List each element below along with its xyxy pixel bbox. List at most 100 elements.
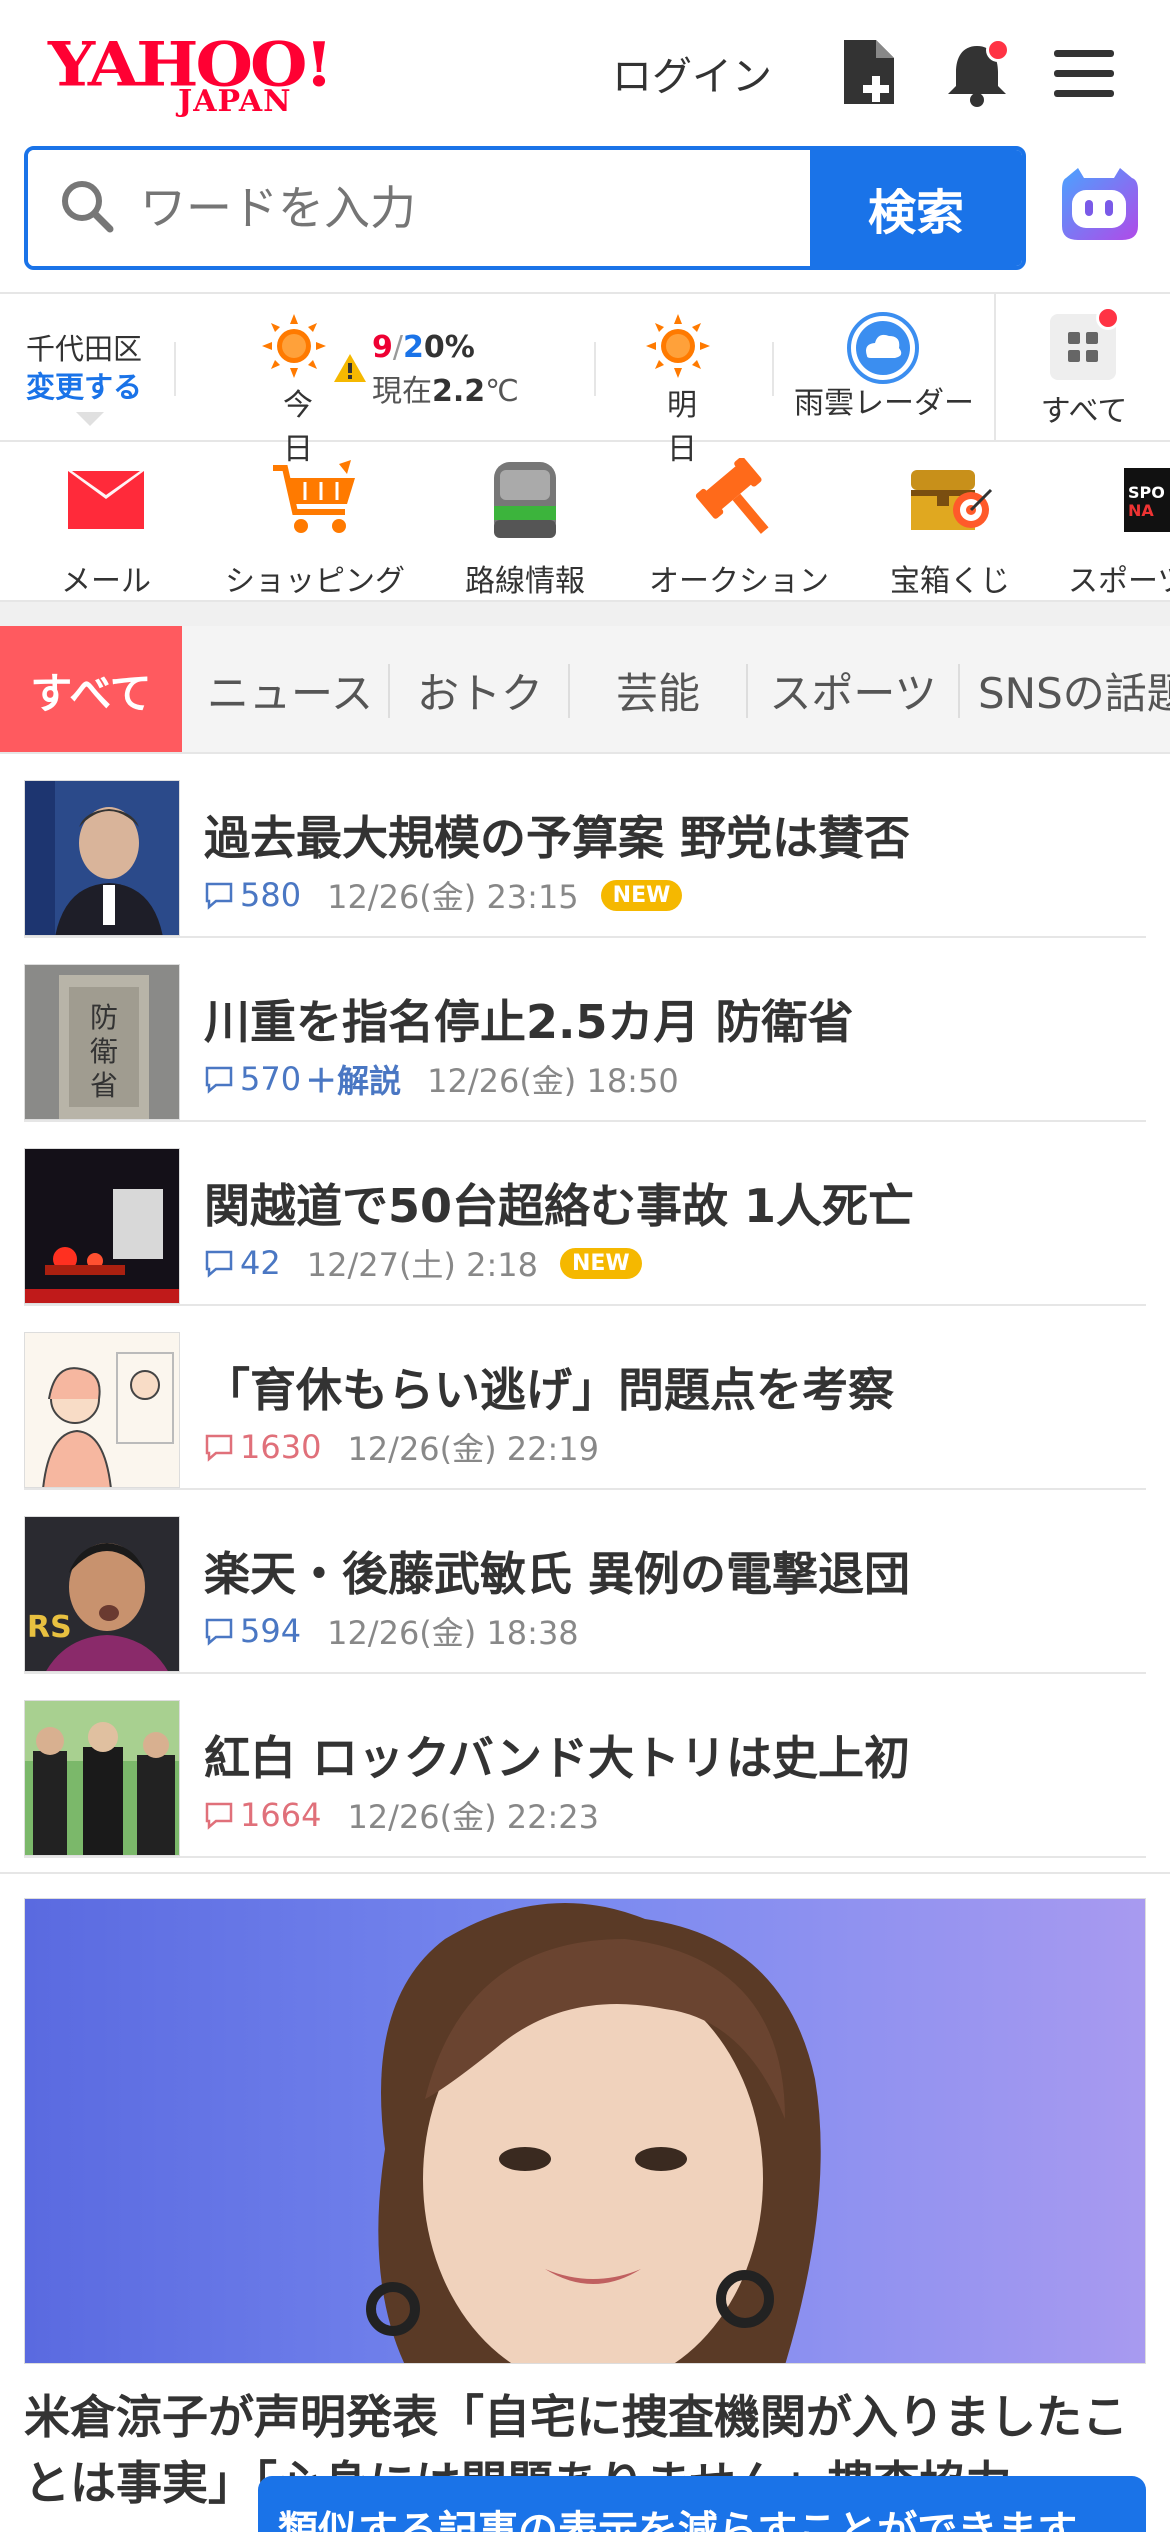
news-item[interactable]: 紅白 ロックバンド大トリは史上初 1664 12/26(金) 22:23 bbox=[24, 1676, 1146, 1858]
tab-all[interactable]: すべて bbox=[0, 626, 182, 752]
search-button[interactable]: 検索 bbox=[810, 150, 1022, 266]
search-bar: 検索 bbox=[24, 146, 1026, 270]
tab-deals[interactable]: おトク bbox=[392, 626, 568, 752]
service-sports[interactable]: SPONA スポーツ bbox=[1068, 458, 1170, 600]
news-item[interactable]: RS 楽天・後藤武敏氏 異例の電撃退団 594 12/26(金) 18:38 bbox=[24, 1492, 1146, 1674]
divider bbox=[772, 342, 774, 396]
rain-radar-button[interactable]: 雨雲レーダー bbox=[794, 310, 974, 421]
service-shortcuts: メール ショッピング 路線情報 オークション 宝箱くじ SPONA スポーツ bbox=[0, 444, 1170, 602]
radar-label: 雨雲レーダー bbox=[794, 386, 974, 421]
service-shopping[interactable]: ショッピング bbox=[222, 458, 408, 600]
service-treasure[interactable]: 宝箱くじ bbox=[880, 458, 1020, 600]
search-input[interactable] bbox=[140, 181, 740, 235]
svg-text:省: 省 bbox=[90, 1069, 118, 1102]
news-time: 12/26(金) 18:50 bbox=[427, 1062, 679, 1100]
comment-count: 42 bbox=[204, 1244, 281, 1282]
news-headline: 紅白 ロックバンド大トリは史上初 bbox=[204, 1731, 911, 1785]
change-location-link[interactable]: 変更する bbox=[26, 368, 142, 406]
news-headline: 楽天・後藤武敏氏 異例の電撃退団 bbox=[204, 1547, 911, 1601]
yahoo-japan-logo[interactable]: YAHOO! JAPAN bbox=[48, 32, 368, 119]
high-temp: 9 bbox=[372, 330, 393, 365]
news-time: 12/26(金) 22:23 bbox=[347, 1798, 600, 1836]
tomorrow-weather[interactable]: 明日 bbox=[646, 314, 710, 467]
service-label: 宝箱くじ bbox=[890, 564, 1010, 599]
notification-bell-icon[interactable] bbox=[942, 36, 1012, 110]
news-headline: 「育休もらい逃げ」問題点を考察 bbox=[204, 1363, 894, 1417]
tab-sns[interactable]: SNSの話題 bbox=[960, 626, 1170, 752]
train-icon bbox=[460, 458, 590, 542]
temperature-range: 9/20% bbox=[372, 330, 475, 365]
weather-bar: 千代田区 変更する 今日 9/20% 現在2.2℃ 明日 雨雲レーダー すべて bbox=[0, 292, 1170, 467]
commentary-label: ＋解説 bbox=[305, 1062, 402, 1100]
tab-sports[interactable]: スポーツ bbox=[748, 626, 958, 752]
comment-number: 42 bbox=[240, 1244, 281, 1282]
login-link[interactable]: ログイン bbox=[612, 44, 772, 102]
all-services-button[interactable] bbox=[1050, 306, 1120, 380]
new-badge: NEW bbox=[559, 1247, 642, 1279]
warning-icon bbox=[332, 352, 368, 388]
comment-number: 580 bbox=[240, 876, 302, 914]
comment-icon bbox=[205, 1618, 233, 1646]
news-meta: 570 ＋解説 12/26(金) 18:50 bbox=[204, 1056, 679, 1102]
news-item[interactable]: 過去最大規模の予算案 野党は賛否 580 12/26(金) 23:15 NEW bbox=[24, 756, 1146, 938]
search-icon bbox=[58, 177, 116, 239]
news-meta: 580 12/26(金) 23:15 NEW bbox=[204, 872, 683, 918]
logo-subtext: JAPAN bbox=[178, 84, 292, 119]
news-headline: 関越道で50台超絡む事故 1人死亡 bbox=[204, 1179, 915, 1233]
news-meta: 594 12/26(金) 18:38 bbox=[204, 1608, 579, 1654]
news-item[interactable]: 防衛省 川重を指名停止2.5カ月 防衛省 570 ＋解説 12/26(金) 18:… bbox=[24, 940, 1146, 1122]
service-auction[interactable]: オークション bbox=[646, 458, 832, 600]
svg-text:RS: RS bbox=[27, 1610, 72, 1645]
section-gap bbox=[0, 602, 1170, 626]
tab-entertainment[interactable]: 芸能 bbox=[570, 626, 746, 752]
gavel-icon bbox=[646, 458, 832, 542]
badge-dot bbox=[1096, 306, 1120, 330]
news-item[interactable]: 「育休もらい逃げ」問題点を考察 1630 12/26(金) 22:19 bbox=[24, 1308, 1146, 1490]
news-time: 12/26(金) 18:38 bbox=[327, 1614, 579, 1652]
note-add-icon[interactable] bbox=[836, 36, 906, 110]
news-thumbnail bbox=[24, 1332, 180, 1488]
radar-icon bbox=[847, 312, 919, 384]
divider bbox=[994, 294, 996, 440]
service-label: スポーツ bbox=[1068, 564, 1170, 599]
comment-icon bbox=[205, 1250, 233, 1278]
search-field-wrapper[interactable] bbox=[28, 150, 810, 266]
service-label: 路線情報 bbox=[465, 564, 585, 599]
news-meta: 42 12/27(土) 2:18 NEW bbox=[204, 1240, 642, 1286]
service-train[interactable]: 路線情報 bbox=[460, 458, 590, 600]
service-mail[interactable]: メール bbox=[56, 458, 156, 600]
divider bbox=[594, 342, 596, 396]
comment-icon bbox=[205, 1066, 233, 1094]
menu-icon[interactable] bbox=[1050, 36, 1120, 110]
feedback-toast[interactable]: 類似する記事の表示を減らすことができます bbox=[258, 2476, 1146, 2532]
comment-number: 594 bbox=[240, 1612, 302, 1650]
low-temp: 2 bbox=[402, 330, 424, 365]
cart-icon bbox=[222, 458, 408, 542]
notification-dot bbox=[986, 38, 1010, 62]
news-thumbnail bbox=[24, 780, 180, 936]
svg-text:衛: 衛 bbox=[90, 1035, 118, 1068]
caret-down-icon bbox=[76, 412, 104, 426]
news-thumbnail: 防衛省 bbox=[24, 964, 180, 1120]
section-divider bbox=[0, 1872, 1170, 1874]
today-weather[interactable]: 今日 bbox=[262, 314, 326, 467]
news-time: 12/26(金) 22:19 bbox=[347, 1430, 600, 1468]
comment-icon bbox=[205, 1802, 233, 1830]
location-name: 千代田区 bbox=[26, 332, 143, 366]
news-item[interactable]: 関越道で50台超絡む事故 1人死亡 42 12/27(土) 2:18 NEW bbox=[24, 1124, 1146, 1306]
location-block[interactable]: 千代田区 変更する bbox=[26, 330, 142, 406]
header: YAHOO! JAPAN ログイン bbox=[0, 0, 1170, 145]
svg-text:防: 防 bbox=[90, 1001, 118, 1034]
news-thumbnail: RS bbox=[24, 1516, 180, 1672]
precipitation: 0% bbox=[423, 330, 475, 365]
service-label: オークション bbox=[649, 564, 829, 599]
news-thumbnail bbox=[24, 1148, 180, 1304]
comment-count: 1630 bbox=[204, 1428, 321, 1466]
sports-icon: SPO NA bbox=[1068, 458, 1170, 542]
new-badge: NEW bbox=[600, 879, 683, 911]
comment-count: 580 bbox=[204, 876, 301, 914]
tab-divider bbox=[388, 664, 390, 718]
feature-image[interactable] bbox=[24, 1898, 1146, 2364]
ai-assistant-icon[interactable] bbox=[1056, 164, 1142, 250]
tab-news[interactable]: ニュース bbox=[190, 626, 390, 752]
